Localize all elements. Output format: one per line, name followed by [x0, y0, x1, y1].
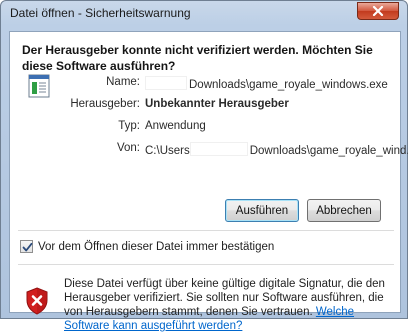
type-label: Typ: — [118, 120, 140, 132]
run-button[interactable]: Ausführen — [225, 199, 299, 222]
publisher-label: Herausgeber: — [70, 98, 140, 110]
publisher-value: Unbekannter Herausgeber — [145, 98, 289, 110]
dialog-content: Der Herausgeber konnte nicht verifiziert… — [9, 31, 408, 332]
application-icon — [28, 74, 50, 98]
always-confirm-label[interactable]: Vor dem Öffnen dieser Datei immer bestät… — [38, 241, 274, 253]
cancel-button[interactable]: Abbrechen — [307, 199, 381, 222]
dialog-window: Datei öffnen - Sicherheitswarnung Der He… — [0, 0, 408, 332]
always-confirm-option[interactable]: Vor dem Öffnen dieser Datei immer bestät… — [20, 240, 274, 253]
redacted-block — [145, 76, 187, 90]
from-label: Von: — [116, 142, 140, 154]
redacted-block — [189, 142, 248, 156]
warning-heading: Der Herausgeber konnte nicht verifiziert… — [22, 43, 373, 73]
type-value: Anwendung — [145, 120, 206, 132]
from-value-text: Downloads\game_royale_wind... — [249, 145, 408, 157]
from-value-prefix: C:\Users — [145, 145, 190, 157]
divider — [18, 264, 394, 265]
shield-error-icon — [25, 287, 49, 315]
name-value: Downloads\game_royale_windows.exe — [145, 76, 388, 91]
checkmark-icon — [22, 242, 33, 252]
always-confirm-checkbox[interactable] — [20, 240, 33, 253]
name-value-text: Downloads\game_royale_windows.exe — [189, 79, 388, 91]
title-bar[interactable]: Datei öffnen - Sicherheitswarnung — [1, 1, 407, 25]
window-title: Datei öffnen - Sicherheitswarnung — [10, 6, 191, 20]
close-icon — [372, 6, 384, 16]
divider — [18, 230, 394, 231]
from-value: C:\Users Downloads\game_royale_wind... — [145, 142, 408, 157]
name-label: Name: — [106, 76, 140, 88]
warning-message: Diese Datei verfügt über keine gültige d… — [64, 277, 394, 333]
close-button[interactable] — [357, 2, 399, 20]
